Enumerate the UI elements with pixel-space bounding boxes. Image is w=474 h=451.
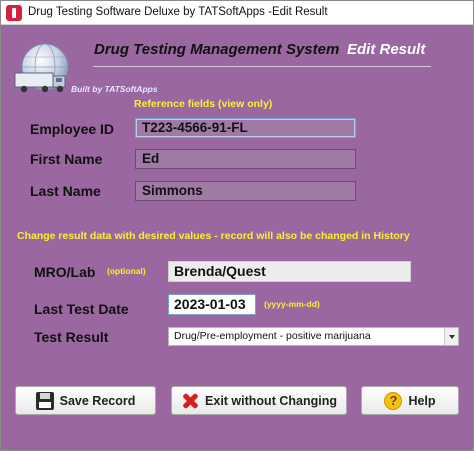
last-name-field[interactable]: Simmons bbox=[135, 181, 356, 201]
mro-optional-hint: (optional) bbox=[107, 266, 146, 276]
first-name-label: First Name bbox=[30, 151, 103, 167]
reference-fields-note: Reference fields (view only) bbox=[134, 98, 273, 110]
screen-heading: Edit Result bbox=[347, 41, 426, 58]
save-record-button[interactable]: Save Record bbox=[15, 386, 156, 415]
edit-result-window: Drug Testing Software Deluxe by TATSoftA… bbox=[0, 0, 474, 451]
exit-without-changing-label: Exit without Changing bbox=[205, 393, 337, 408]
built-by-credit: Built by TATSoftApps bbox=[71, 84, 158, 94]
employee-id-field[interactable]: T223-4566-91-FL bbox=[135, 118, 356, 138]
title-bar: Drug Testing Software Deluxe by TATSoftA… bbox=[1, 1, 473, 25]
help-label: Help bbox=[408, 393, 436, 408]
mro-lab-input[interactable]: Brenda/Quest bbox=[168, 261, 411, 282]
app-heading: Drug Testing Management System bbox=[94, 41, 340, 58]
header-divider bbox=[93, 66, 431, 67]
form-area: Drug Testing Management System Edit Resu… bbox=[1, 26, 473, 450]
first-name-field[interactable]: Ed bbox=[135, 149, 356, 169]
last-test-date-input[interactable]: 2023-01-03 bbox=[168, 294, 256, 315]
exit-without-changing-button[interactable]: Exit without Changing bbox=[171, 386, 347, 415]
mro-lab-label: MRO/Lab bbox=[34, 264, 96, 280]
help-button[interactable]: ? Help bbox=[361, 386, 459, 415]
test-result-select[interactable]: Drug/Pre-employment - positive marijuana bbox=[168, 327, 459, 346]
close-icon bbox=[181, 392, 199, 410]
chevron-down-icon[interactable] bbox=[444, 328, 458, 345]
window-title: Drug Testing Software Deluxe by TATSoftA… bbox=[28, 6, 328, 18]
change-result-note: Change result data with desired values -… bbox=[17, 230, 410, 242]
floppy-disk-icon bbox=[35, 391, 54, 410]
test-result-label: Test Result bbox=[34, 329, 109, 345]
help-icon: ? bbox=[384, 391, 403, 410]
test-result-value: Drug/Pre-employment - positive marijuana bbox=[174, 330, 371, 342]
last-test-date-label: Last Test Date bbox=[34, 301, 129, 317]
globe-truck-icon bbox=[14, 43, 69, 93]
last-name-label: Last Name bbox=[30, 183, 101, 199]
employee-id-label: Employee ID bbox=[30, 121, 115, 137]
save-record-label: Save Record bbox=[59, 393, 136, 408]
date-format-hint: (yyyy-mm-dd) bbox=[264, 299, 320, 309]
app-icon bbox=[6, 5, 22, 21]
